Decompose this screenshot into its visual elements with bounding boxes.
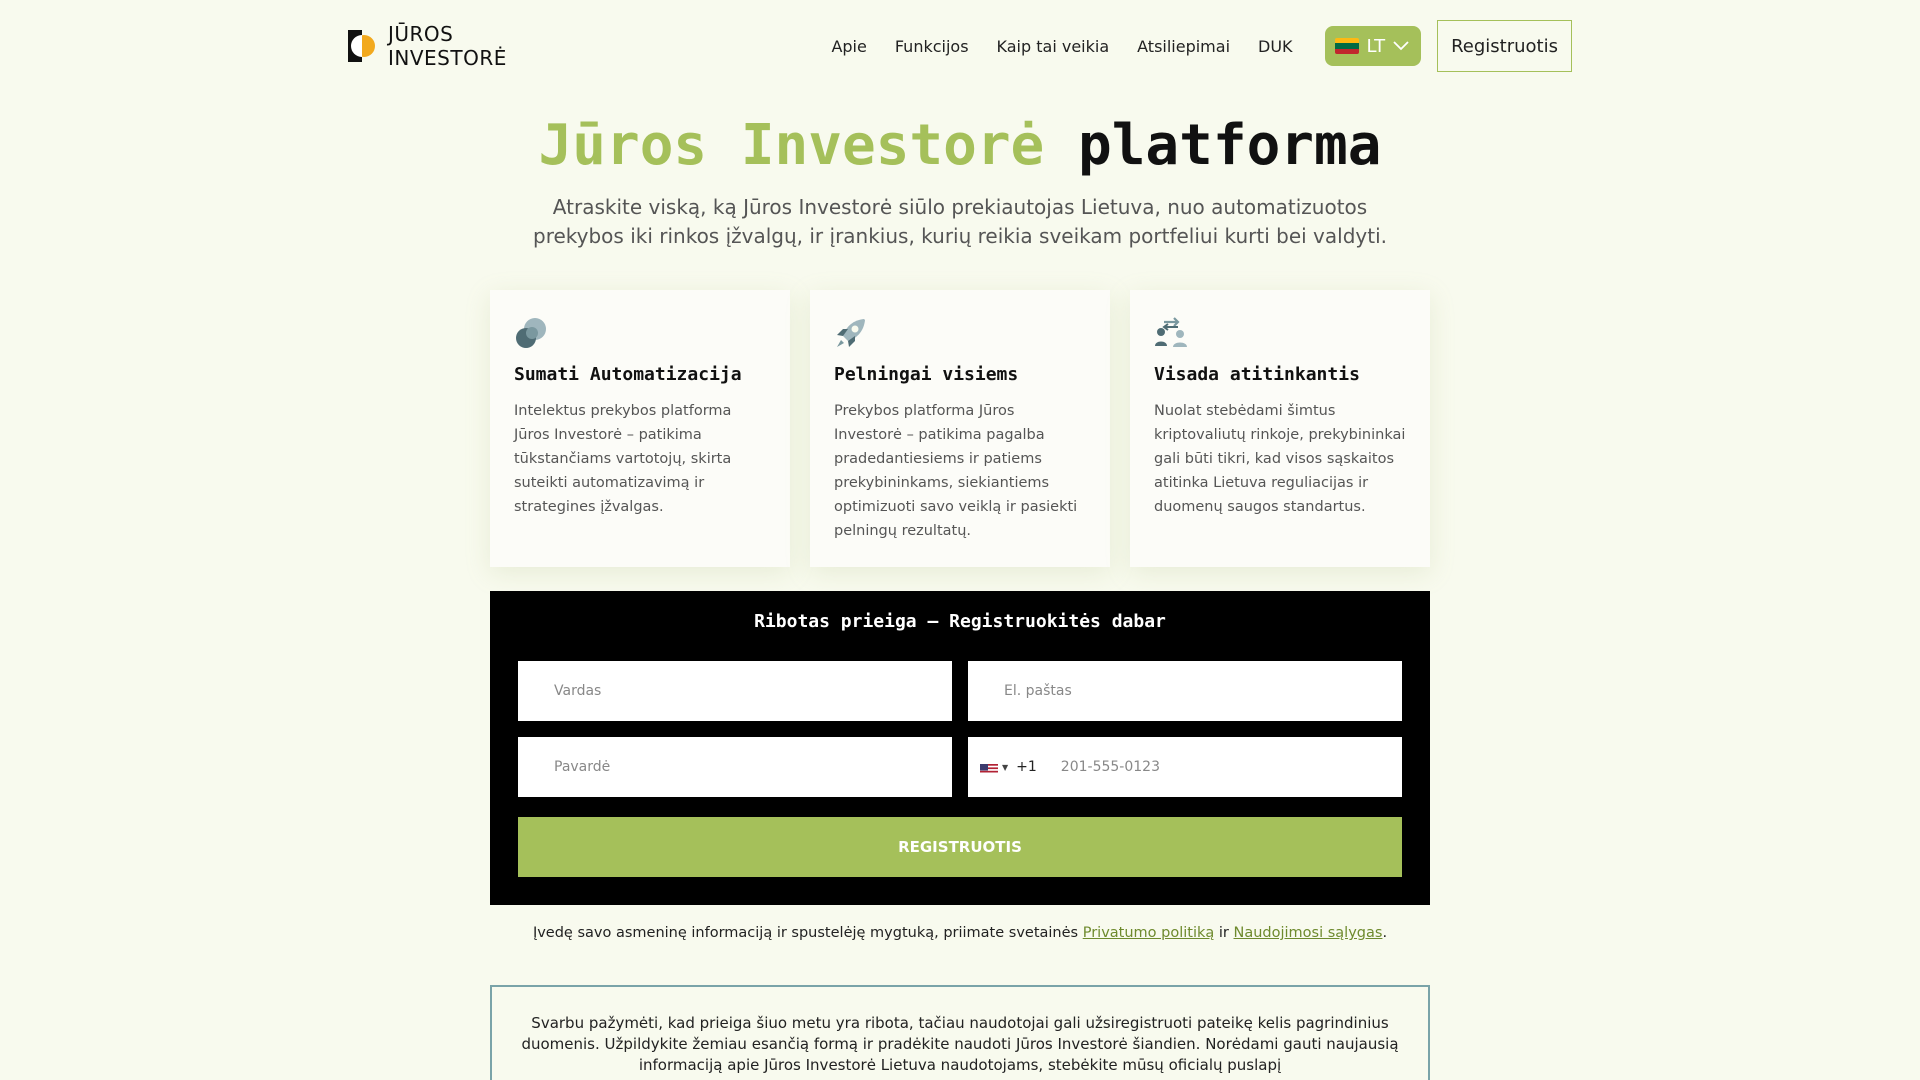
feature-cards: Sumati Automatizacija Intelektus prekybo…	[490, 290, 1430, 567]
nav-apie[interactable]: Apie	[831, 37, 866, 56]
us-flag-icon[interactable]	[980, 761, 998, 773]
page-title: Jūros Investorė platforma	[0, 112, 1920, 180]
chevron-down-icon	[1393, 41, 1409, 51]
last-name-input[interactable]	[518, 737, 952, 797]
feature-card-title: Sumati Automatizacija	[514, 364, 742, 385]
terms-link[interactable]: Naudojimosi sąlygas	[1234, 925, 1383, 941]
consent-text: Įvedę savo asmeninę informaciją ir spust…	[0, 925, 1920, 941]
nav-atsiliepimai[interactable]: Atsiliepimai	[1137, 37, 1230, 56]
feature-card-text: Nuolat stebėdami šimtus kriptovaliutų ri…	[1154, 403, 1406, 515]
consent-text-before: Įvedę savo asmeninę informaciją ir spust…	[532, 925, 1083, 941]
page-subtitle: Atraskite viską, ką Jūros Investorė siūl…	[533, 195, 1387, 248]
register-submit-button[interactable]: REGISTRUOTIS	[518, 817, 1402, 877]
privacy-policy-link[interactable]: Privatumo politiką	[1083, 925, 1215, 941]
lithuania-flag-icon	[1334, 38, 1359, 54]
feature-card-text: Prekybos platforma Jūros Investorė – pat…	[834, 403, 1078, 539]
email-input[interactable]	[968, 661, 1402, 721]
site-header: JŪROS INVESTORĖ Apie Funkcijos Kaip tai …	[348, 20, 1572, 72]
feature-card-title: Pelningai visiems	[834, 364, 1019, 385]
country-caret-icon[interactable]: ▼	[1002, 763, 1008, 772]
page-title-accent: Jūros Investorė	[538, 113, 1045, 178]
consent-text-end: .	[1382, 925, 1388, 941]
form-fields: ▼ +1	[518, 661, 1402, 797]
coins-icon	[516, 318, 546, 348]
feature-card-text: Intelektus prekybos platforma Jūros Inve…	[514, 403, 732, 515]
logo-line-2: INVESTORĖ	[388, 46, 507, 70]
language-code: LT	[1366, 35, 1386, 57]
main-nav: Apie Funkcijos Kaip tai veikia Atsiliepi…	[803, 20, 1572, 72]
info-notice: Svarbu pažymėti, kad prieiga šiuo metu y…	[490, 985, 1430, 1080]
dial-code: +1	[1016, 759, 1037, 775]
feature-card: Visada atitinkantis Nuolat stebėdami šim…	[1130, 290, 1430, 567]
phone-input[interactable]	[1046, 737, 1402, 797]
logo-text: JŪROS INVESTORĖ	[388, 22, 507, 70]
exchange-icon	[1155, 317, 1187, 347]
page-title-plain: platforma	[1078, 113, 1382, 178]
nav-funkcijos[interactable]: Funkcijos	[895, 37, 969, 56]
language-selector[interactable]: LT	[1324, 26, 1422, 66]
feature-card: Pelningai visiems Prekybos platforma Jūr…	[810, 290, 1110, 567]
logo-line-1: JŪROS	[388, 22, 454, 46]
register-header-button[interactable]: Registruotis	[1437, 20, 1572, 72]
feature-card: Sumati Automatizacija Intelektus prekybo…	[490, 290, 790, 567]
first-name-input[interactable]	[518, 661, 952, 721]
rocket-icon	[837, 319, 865, 347]
info-notice-text: Svarbu pažymėti, kad prieiga šiuo metu y…	[521, 1014, 1399, 1074]
registration-form: Ribotas prieiga – Registruokitės dabar ▼…	[490, 591, 1430, 905]
form-title: Ribotas prieiga – Registruokitės dabar	[754, 611, 1166, 632]
nav-kaip-tai-veikia[interactable]: Kaip tai veikia	[997, 37, 1110, 56]
logo[interactable]: JŪROS INVESTORĖ	[348, 22, 507, 70]
phone-field: ▼ +1	[968, 737, 1402, 797]
logo-mark-icon	[348, 30, 375, 62]
nav-duk[interactable]: DUK	[1258, 37, 1293, 56]
feature-card-title: Visada atitinkantis	[1154, 364, 1360, 385]
consent-text-middle: ir	[1214, 925, 1234, 941]
